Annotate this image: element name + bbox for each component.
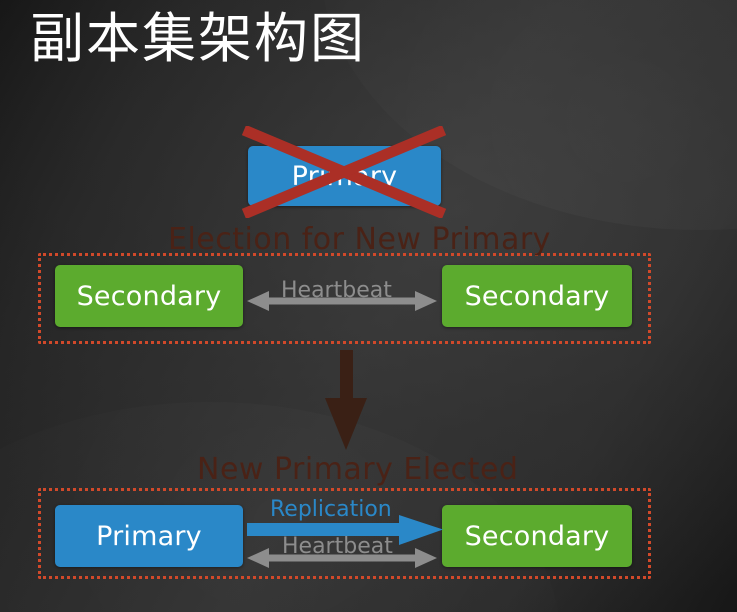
failed-primary-node: Primary bbox=[248, 146, 441, 206]
replica-set-architecture-slide: 副本集架构图 Primary Election for New Primary … bbox=[0, 0, 737, 612]
page-title: 副本集架构图 bbox=[30, 9, 366, 69]
secondary-node-left: Secondary bbox=[55, 265, 243, 327]
secondary-node-left-label: Secondary bbox=[76, 280, 222, 312]
new-primary-label: Primary bbox=[96, 520, 202, 552]
final-secondary-node: Secondary bbox=[442, 505, 632, 567]
heartbeat-label-stage-one: Heartbeat bbox=[281, 278, 392, 303]
secondary-node-right-label: Secondary bbox=[464, 280, 610, 312]
secondary-node-right: Secondary bbox=[442, 265, 632, 327]
failed-primary-label: Primary bbox=[291, 160, 398, 192]
new-primary-node: Primary bbox=[55, 505, 243, 567]
replication-label: Replication bbox=[270, 497, 392, 522]
stage-two-caption: New Primary Elected bbox=[197, 452, 519, 487]
final-secondary-label: Secondary bbox=[464, 520, 610, 552]
down-arrow-icon bbox=[325, 350, 367, 450]
stage-one-caption: Election for New Primary bbox=[168, 222, 551, 257]
heartbeat-label-stage-two: Heartbeat bbox=[282, 534, 393, 559]
